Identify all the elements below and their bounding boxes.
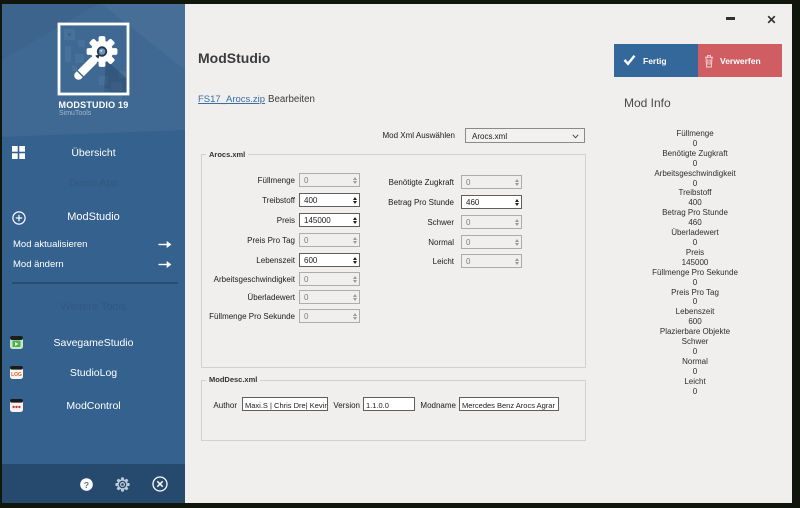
svg-text:?: ? [84,479,89,489]
